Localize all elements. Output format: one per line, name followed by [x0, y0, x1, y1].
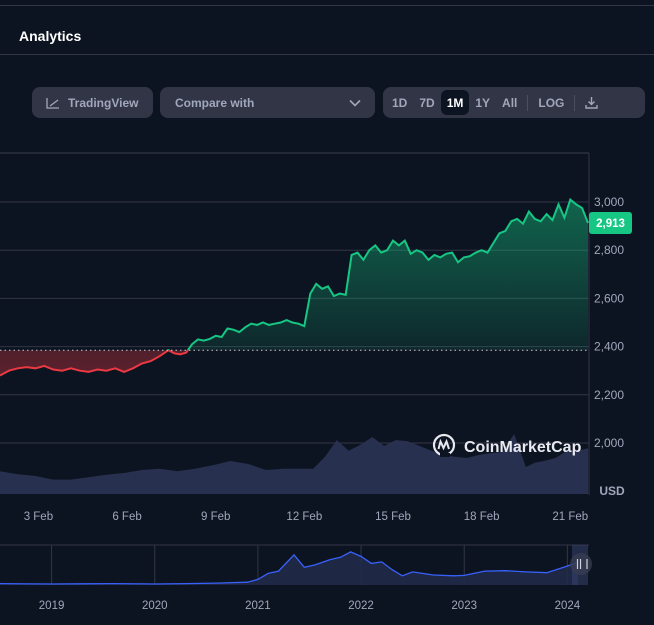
- overview-x-tick-label: 2023: [451, 600, 477, 612]
- overview-area-fill: [0, 551, 578, 585]
- overview-area: [0, 551, 578, 585]
- overview-x-tick-label: 2022: [348, 600, 374, 612]
- overview-x-tick-label: 2019: [39, 600, 65, 612]
- y-tick-label: 2,200: [594, 388, 624, 402]
- overview-range-handle[interactable]: [570, 553, 592, 575]
- y-tick-label: 2,400: [594, 340, 624, 354]
- x-tick-label: 12 Feb: [286, 511, 322, 523]
- price-chart[interactable]: 3,000 2,800 2,600 2,400 2,200 2,000 3 Feb 6 Fe…: [0, 0, 654, 625]
- current-price-label: 2,913: [596, 218, 625, 230]
- overview-x-axis-labels: 2019 2020 2021 2022 2023 2024: [39, 600, 581, 612]
- overview-x-tick-label: 2020: [142, 600, 168, 612]
- x-tick-label: 3 Feb: [24, 511, 53, 523]
- x-tick-label: 15 Feb: [375, 511, 411, 523]
- watermark-text: CoinMarketCap: [464, 439, 582, 456]
- overview-x-tick-label: 2024: [555, 600, 581, 612]
- currency-label: USD: [599, 484, 625, 498]
- y-tick-label: 2,000: [594, 436, 624, 450]
- y-tick-label: 2,600: [594, 291, 624, 305]
- coinmarketcap-watermark: CoinMarketCap: [432, 433, 582, 457]
- x-axis-labels: 3 Feb 6 Feb 9 Feb 12 Feb 15 Feb 18 Feb 21 Feb: [24, 511, 588, 523]
- overview-x-tick-label: 2021: [245, 600, 271, 612]
- price-area-up: [168, 199, 588, 351]
- x-tick-label: 9 Feb: [201, 511, 230, 523]
- x-tick-label: 6 Feb: [112, 511, 141, 523]
- current-price-badge: 2,913: [589, 211, 632, 234]
- x-tick-label: 21 Feb: [552, 511, 588, 523]
- x-tick-label: 18 Feb: [464, 511, 500, 523]
- y-tick-label: 2,800: [594, 243, 624, 257]
- y-tick-label: 3,000: [594, 195, 624, 209]
- price-area: [0, 197, 589, 377]
